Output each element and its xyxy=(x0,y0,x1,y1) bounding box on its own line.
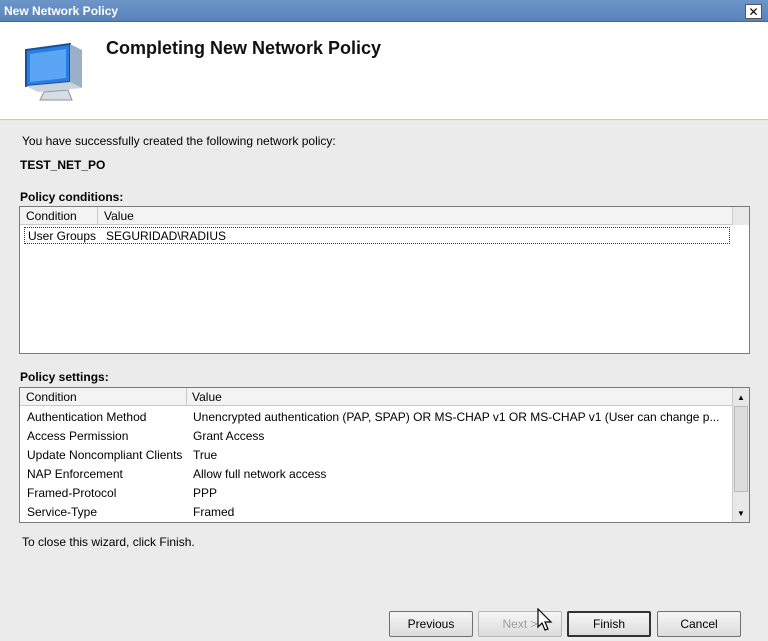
conditions-scrollbar-corner xyxy=(732,207,749,225)
settings-scrollbar[interactable]: ▲ ▼ xyxy=(732,388,749,522)
row-condition: User Groups xyxy=(28,229,97,243)
row-condition: Authentication Method xyxy=(27,410,147,424)
wizard-header: Completing New Network Policy xyxy=(0,22,768,120)
close-icon: ✕ xyxy=(748,4,759,19)
policy-settings-label: Policy settings: xyxy=(20,370,109,384)
finish-button[interactable]: Finish xyxy=(567,611,651,637)
row-condition: Service-Type xyxy=(27,505,98,519)
cancel-button[interactable]: Cancel xyxy=(657,611,741,637)
policy-name: TEST_NET_PO xyxy=(20,158,106,172)
row-value: Grant Access xyxy=(193,429,265,443)
column-value[interactable]: Value xyxy=(192,390,222,404)
scroll-up-arrow-icon[interactable]: ▲ xyxy=(733,389,749,405)
page-title: Completing New Network Policy xyxy=(106,38,382,58)
policy-settings-list[interactable]: Condition Value Authentication Method Un… xyxy=(19,387,750,523)
row-condition: Framed-Protocol xyxy=(27,486,117,500)
row-condition: Update Noncompliant Clients xyxy=(27,448,183,462)
row-value: PPP xyxy=(193,486,218,500)
mouse-cursor-icon xyxy=(537,608,553,631)
close-window-button[interactable]: ✕ xyxy=(745,4,762,19)
row-condition: Access Permission xyxy=(27,429,129,443)
window-title: New Network Policy xyxy=(4,4,119,18)
row-condition: NAP Enforcement xyxy=(27,467,123,481)
column-condition[interactable]: Condition xyxy=(26,390,77,404)
close-hint-text: To close this wizard, click Finish. xyxy=(22,535,195,549)
table-row[interactable]: User Groups SEGURIDAD\RADIUS xyxy=(24,227,730,244)
wizard-body: You have successfully created the follow… xyxy=(0,121,768,641)
policy-conditions-list[interactable]: Condition Value User Groups SEGURIDAD\RA… xyxy=(19,206,750,354)
row-value: Allow full network access xyxy=(193,467,327,481)
scroll-down-arrow-icon[interactable]: ▼ xyxy=(733,505,749,521)
row-value: Framed xyxy=(193,505,235,519)
column-value[interactable]: Value xyxy=(104,209,134,223)
previous-button[interactable]: Previous xyxy=(389,611,473,637)
row-value: True xyxy=(193,448,218,462)
scroll-thumb[interactable] xyxy=(734,406,748,492)
conditions-column-header: Condition Value xyxy=(20,207,733,225)
column-divider[interactable] xyxy=(186,388,187,406)
title-bar: New Network Policy ✕ xyxy=(0,0,768,22)
column-divider[interactable] xyxy=(97,207,98,225)
policy-conditions-label: Policy conditions: xyxy=(20,190,124,204)
intro-text: You have successfully created the follow… xyxy=(22,134,336,148)
column-condition[interactable]: Condition xyxy=(26,209,77,223)
computer-monitor-icon xyxy=(25,42,82,101)
settings-column-header: Condition Value xyxy=(20,388,733,406)
row-value: Unencrypted authentication (PAP, SPAP) O… xyxy=(193,410,720,424)
row-value: SEGURIDAD\RADIUS xyxy=(106,229,227,243)
